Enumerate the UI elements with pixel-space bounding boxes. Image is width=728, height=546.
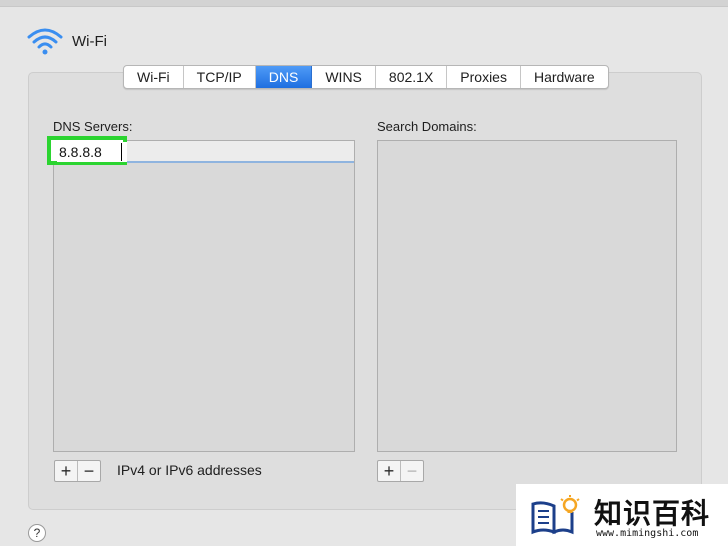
search-domains-list[interactable] (377, 140, 677, 452)
dns-server-input[interactable] (57, 142, 127, 162)
search-domains-label: Search Domains: (377, 119, 477, 134)
watermark: 知识百科 www.mimingshi.com (516, 484, 728, 546)
tab-bar: Wi-Fi TCP/IP DNS WINS 802.1X Proxies Har… (123, 65, 609, 89)
dns-servers-list[interactable] (53, 140, 355, 452)
help-icon[interactable]: ? (28, 524, 46, 542)
tab-dns[interactable]: DNS (255, 66, 313, 88)
search-domains-controls: + − (377, 460, 424, 482)
watermark-name: 知识百科 (594, 497, 711, 530)
tab-8021x[interactable]: 802.1X (376, 66, 448, 88)
window-title: Wi-Fi (72, 32, 107, 50)
dns-address-hint: IPv4 or IPv6 addresses (117, 462, 262, 478)
window-header: Wi-Fi (26, 26, 107, 56)
wifi-icon (27, 28, 63, 55)
dns-servers-controls: + − (54, 460, 101, 482)
remove-search-domain-button[interactable]: − (401, 461, 423, 481)
tab-wins[interactable]: WINS (312, 66, 376, 88)
tab-hardware[interactable]: Hardware (521, 66, 608, 88)
add-dns-server-button[interactable]: + (55, 461, 78, 481)
remove-dns-server-button[interactable]: − (78, 461, 100, 481)
dns-servers-label: DNS Servers: (53, 119, 133, 134)
tab-tcpip[interactable]: TCP/IP (184, 66, 256, 88)
text-caret (121, 143, 122, 161)
add-search-domain-button[interactable]: + (378, 461, 401, 481)
book-bulb-icon (531, 495, 580, 535)
watermark-url: www.mimingshi.com (596, 528, 699, 539)
tab-proxies[interactable]: Proxies (447, 66, 521, 88)
window-top-edge (0, 0, 728, 7)
tab-wifi[interactable]: Wi-Fi (124, 66, 184, 88)
